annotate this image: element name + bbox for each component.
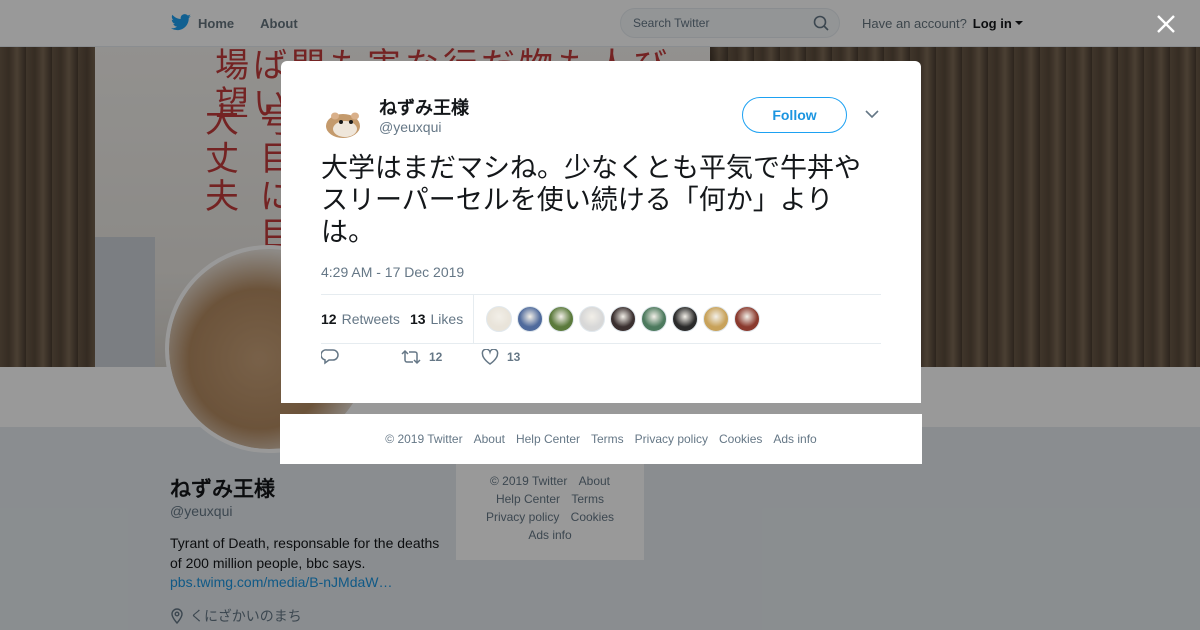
liker-avatar[interactable] (610, 306, 637, 332)
likes-count: 13 (409, 311, 426, 327)
tweet-stats: 12 Retweets 13 Likes (321, 294, 881, 344)
modal-footer-privacy[interactable]: Privacy policy (635, 432, 708, 446)
retweet-icon (401, 349, 421, 365)
page: Home About Have an account? Log in 場ば問も害… (0, 0, 1200, 630)
retweet-action[interactable]: 12 (401, 349, 481, 365)
liker-avatar[interactable] (548, 306, 575, 332)
modal-footer-terms[interactable]: Terms (591, 432, 624, 446)
tweet-modal: ねずみ王様 @yeuxqui Follow 大学はまだマシね。少なくとも平気で牛… (281, 61, 921, 403)
tweet-author-handle[interactable]: @yeuxqui (379, 119, 441, 135)
retweets-stat[interactable]: 12 Retweets (321, 311, 400, 327)
stats-divider (473, 295, 475, 343)
tweet-actions: 12 13 (321, 349, 561, 365)
liker-avatar[interactable] (734, 306, 761, 332)
liker-avatar[interactable] (517, 306, 544, 332)
modal-footer-about[interactable]: About (474, 432, 505, 446)
liker-avatar[interactable] (486, 306, 513, 332)
close-icon[interactable] (1154, 12, 1178, 36)
modal-footer-help[interactable]: Help Center (516, 432, 580, 446)
liker-avatar[interactable] (672, 306, 699, 332)
like-action-count: 13 (507, 350, 521, 364)
modal-footer-copyright: © 2019 Twitter (385, 432, 463, 446)
tweet-text: 大学はまだマシね。少なくとも平気で牛丼やスリーパーセルを使い続ける「何か」よりは… (321, 153, 861, 248)
gerbil-avatar-image (321, 94, 369, 142)
like-action[interactable]: 13 (481, 349, 561, 365)
tweet-timestamp[interactable]: 4:29 AM - 17 Dec 2019 (321, 264, 464, 280)
likes-stat[interactable]: 13 Likes (410, 311, 463, 327)
follow-button[interactable]: Follow (742, 97, 847, 133)
tweet-author-name[interactable]: ねずみ王様 (379, 94, 469, 120)
liker-avatar[interactable] (703, 306, 730, 332)
retweet-action-count: 12 (429, 350, 443, 364)
tweet-author-avatar[interactable] (321, 94, 369, 142)
chevron-down-icon[interactable] (865, 109, 879, 119)
likes-label: Likes (430, 311, 464, 327)
liker-avatar[interactable] (579, 306, 606, 332)
retweets-label: Retweets (341, 311, 400, 327)
modal-footer-ads[interactable]: Ads info (773, 432, 816, 446)
liker-avatars (486, 306, 761, 332)
reply-icon (321, 349, 339, 365)
modal-footer: © 2019 Twitter About Help Center Terms P… (280, 414, 922, 464)
retweets-count: 12 (321, 311, 337, 327)
modal-footer-cookies[interactable]: Cookies (719, 432, 762, 446)
heart-icon (481, 349, 499, 365)
reply-action[interactable] (321, 349, 401, 365)
liker-avatar[interactable] (641, 306, 668, 332)
